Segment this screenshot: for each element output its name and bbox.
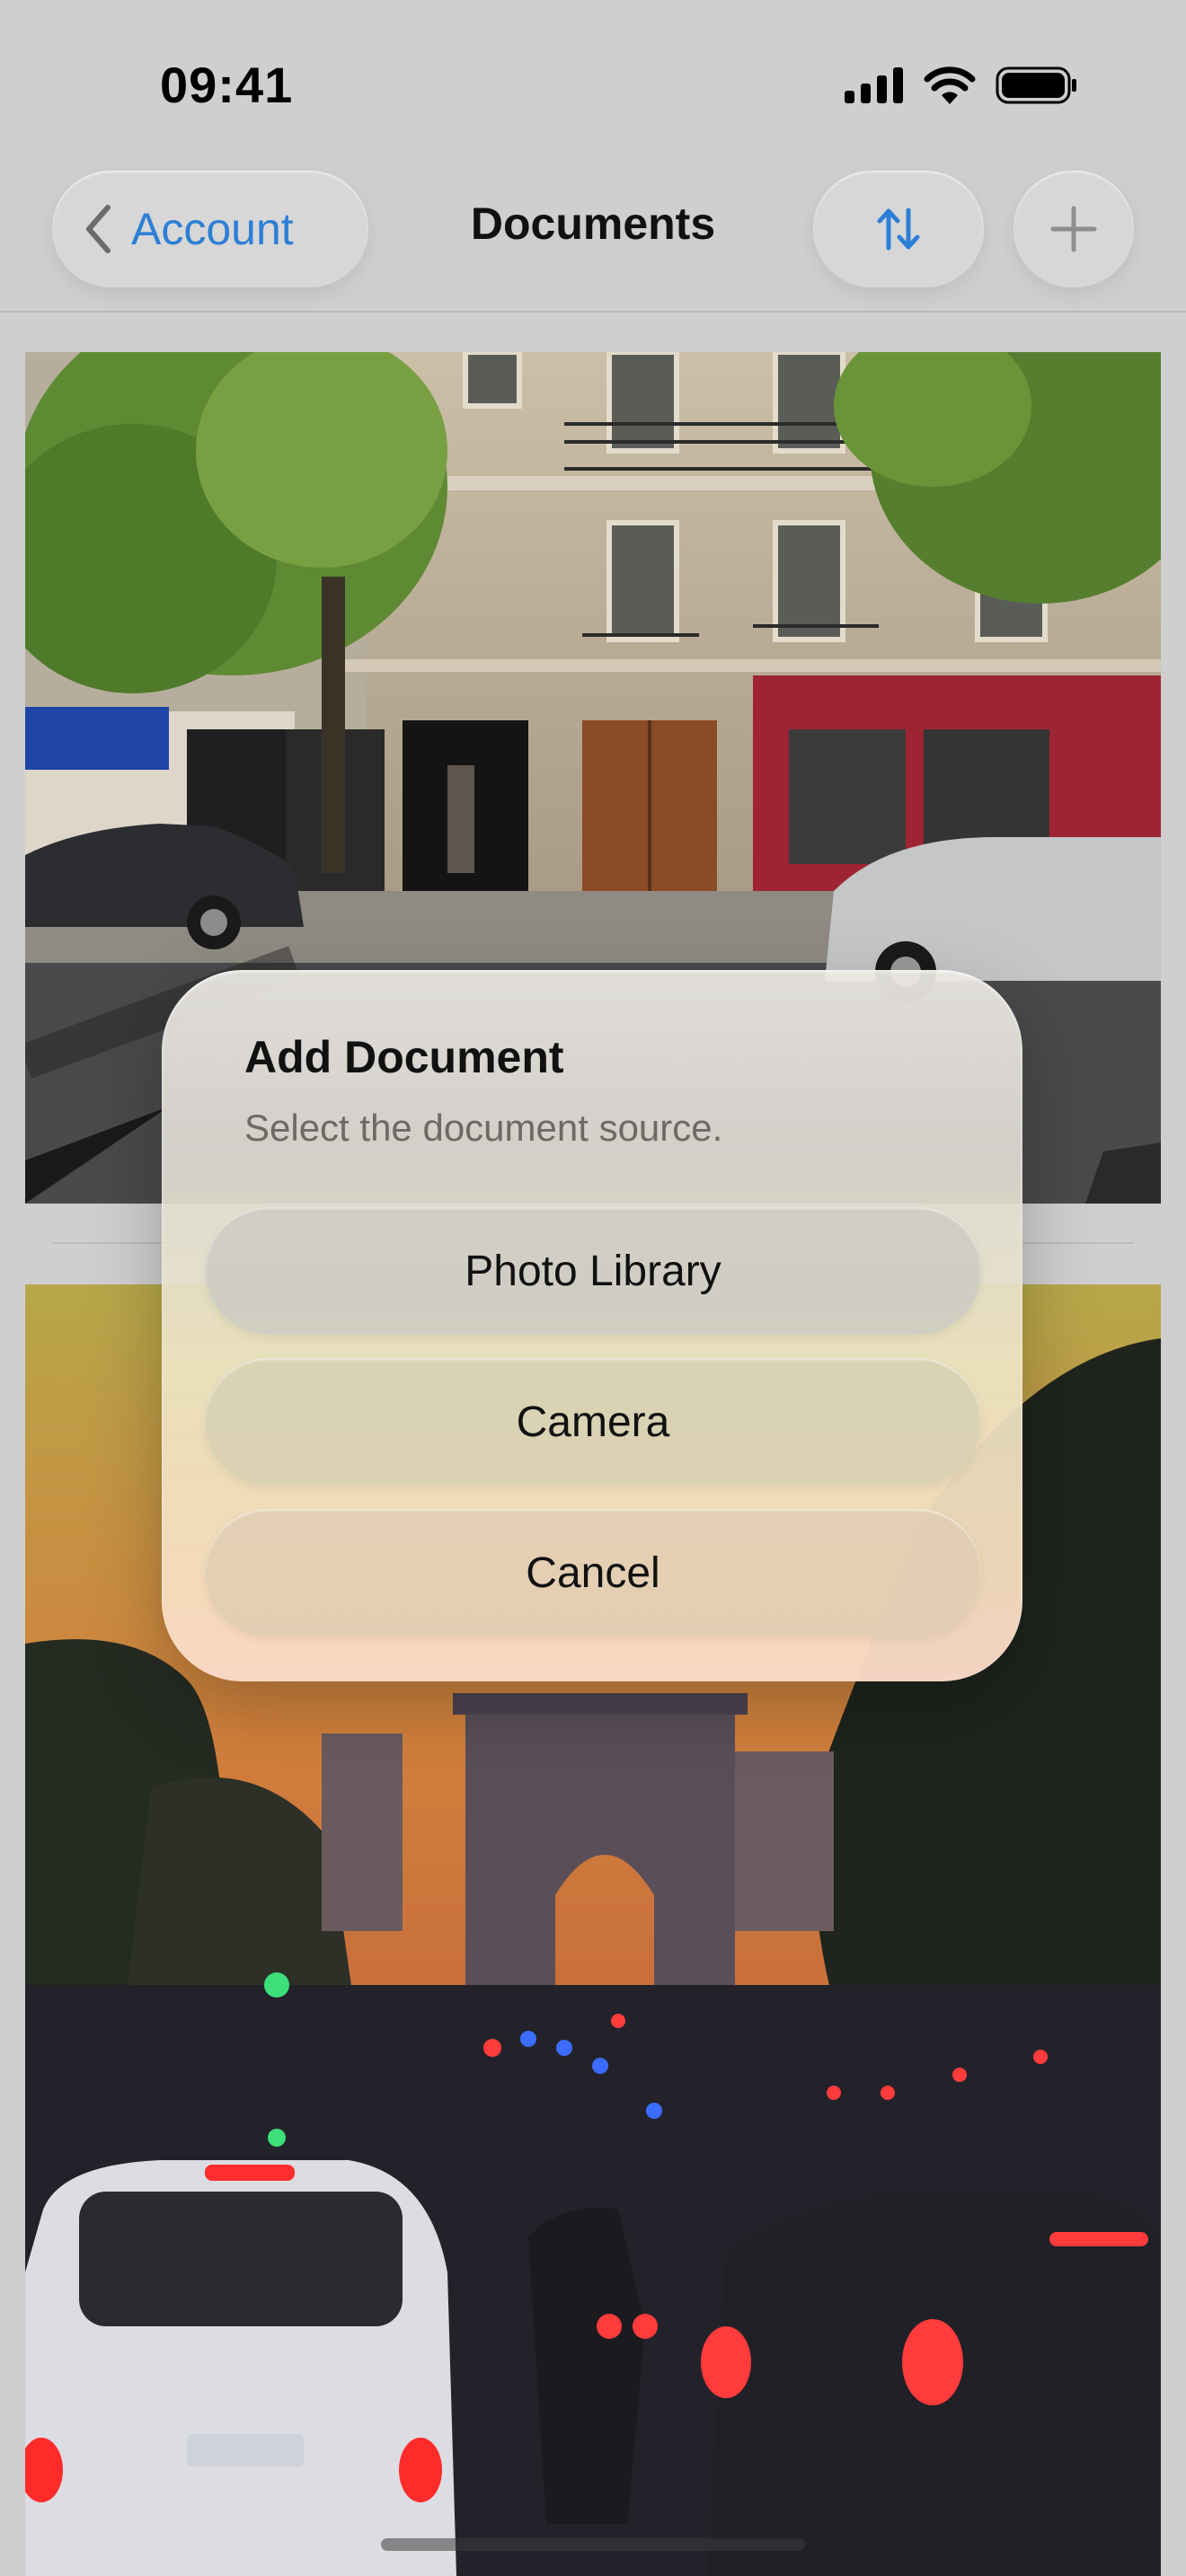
navigation-bar: Account Documents <box>0 162 1186 313</box>
home-indicator[interactable] <box>381 2538 805 2551</box>
wifi-icon <box>924 66 976 104</box>
add-document-alert: Add Document Select the document source.… <box>162 970 1022 1681</box>
add-button[interactable] <box>1013 171 1134 287</box>
cancel-button[interactable]: Cancel <box>205 1509 981 1636</box>
cellular-signal-icon <box>845 67 903 103</box>
alert-message: Select the document source. <box>244 1107 723 1149</box>
status-bar: 09:41 <box>0 0 1186 162</box>
plus-icon <box>1050 206 1097 252</box>
camera-button[interactable]: Camera <box>205 1358 981 1486</box>
photo-library-button[interactable]: Photo Library <box>205 1207 981 1335</box>
sort-arrows-icon <box>877 207 920 251</box>
nav-divider <box>0 311 1186 313</box>
alert-title: Add Document <box>244 1032 564 1082</box>
sort-button[interactable] <box>813 171 984 287</box>
battery-icon <box>996 66 1076 104</box>
page-title: Documents <box>470 198 716 249</box>
status-time: 09:41 <box>160 57 294 113</box>
status-icons <box>845 66 1078 104</box>
